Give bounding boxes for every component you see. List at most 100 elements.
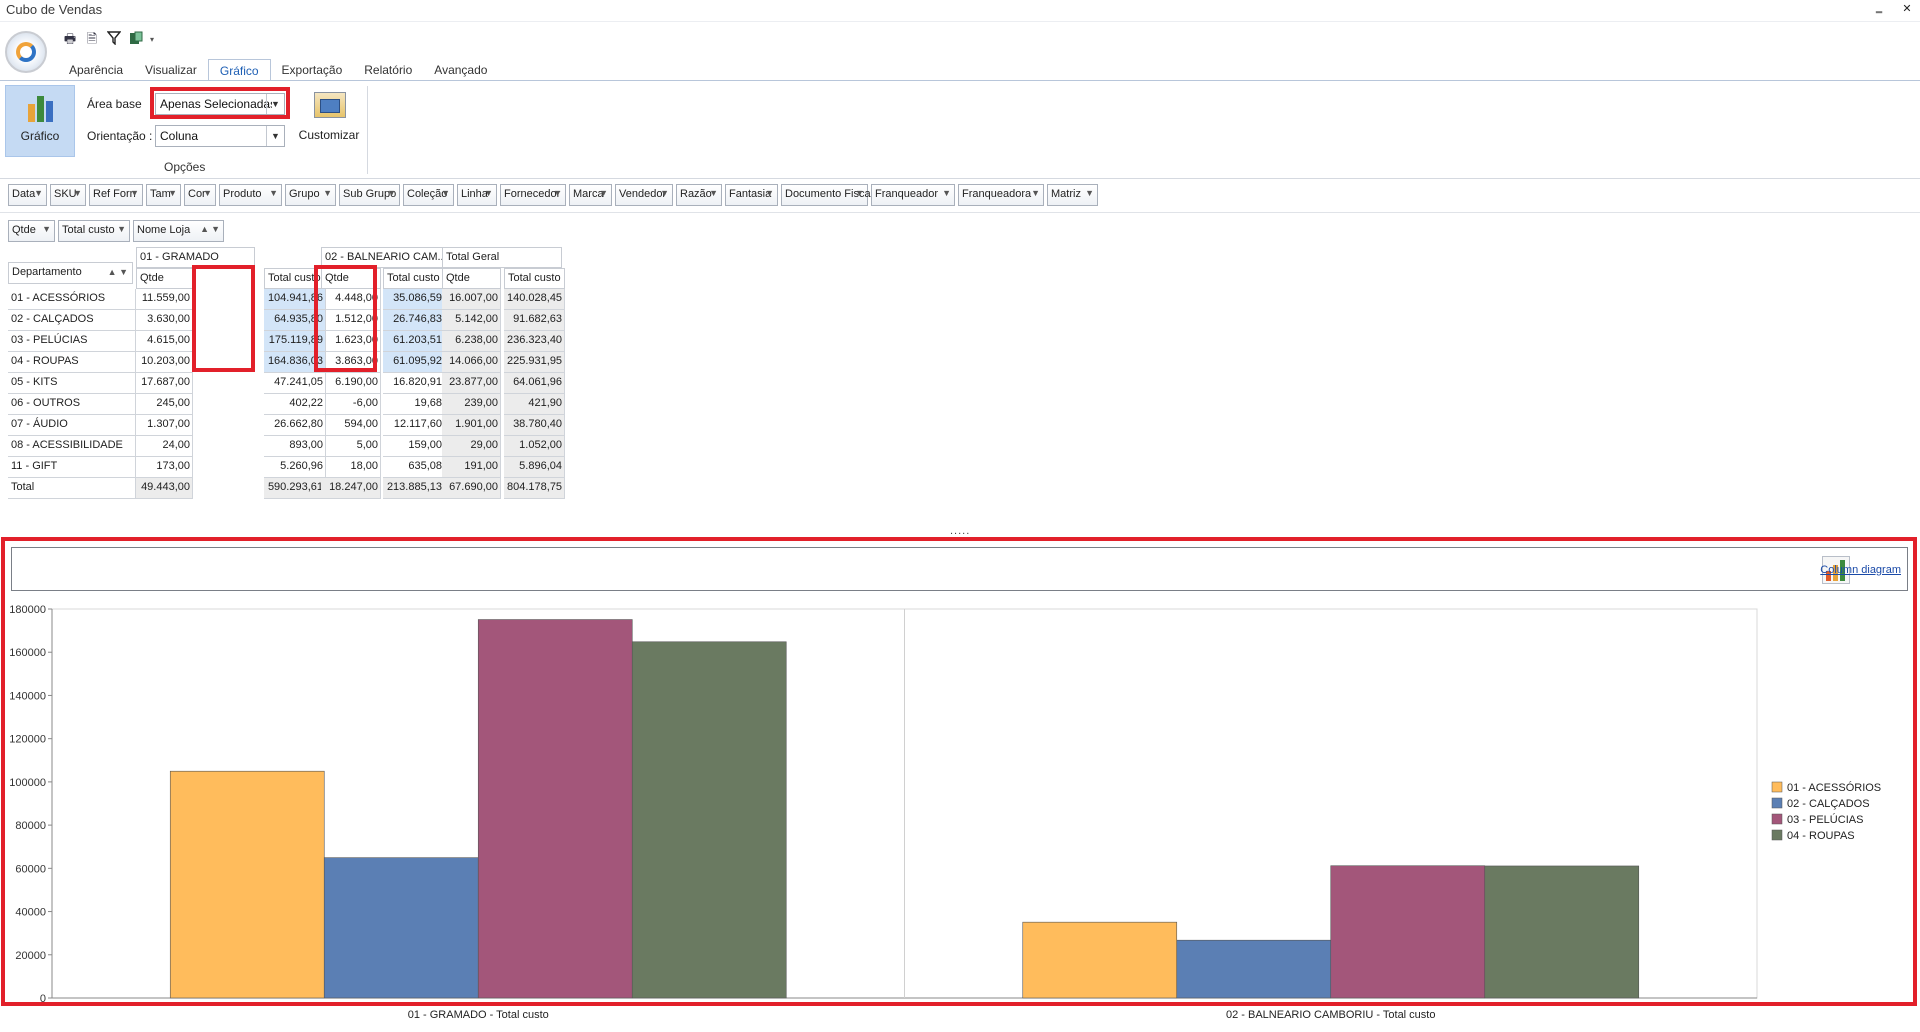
- table-cell[interactable]: 6.238,00: [442, 331, 501, 352]
- filter-icon[interactable]: ▼: [553, 188, 562, 198]
- filter-icon[interactable]: ▼: [73, 188, 82, 198]
- field-button[interactable]: Franqueador ▼: [871, 184, 955, 206]
- table-cell[interactable]: 26.662,80: [264, 415, 326, 436]
- table-cell[interactable]: 3.630,00: [136, 310, 193, 331]
- table-cell[interactable]: 5.260,96: [264, 457, 326, 478]
- filter-icon[interactable]: ▼: [211, 224, 220, 234]
- row-header[interactable]: 06 - OUTROS: [8, 394, 136, 415]
- table-cell[interactable]: 26.746,83: [383, 310, 445, 331]
- row-header[interactable]: 11 - GIFT: [8, 457, 136, 478]
- table-cell[interactable]: 1.307,00: [136, 415, 193, 436]
- table-cell[interactable]: 5,00: [321, 436, 381, 457]
- table-cell[interactable]: 5.896,04: [504, 457, 565, 478]
- filter-icon[interactable]: ▼: [323, 188, 332, 198]
- orientation-select[interactable]: Coluna ▼: [155, 125, 285, 147]
- table-cell[interactable]: 47.241,05: [264, 373, 326, 394]
- export-icon[interactable]: [128, 31, 144, 47]
- data-field-qtde[interactable]: Qtde ▼: [8, 220, 55, 242]
- field-button[interactable]: Data ▼: [8, 184, 47, 206]
- table-cell[interactable]: 24,00: [136, 436, 193, 457]
- filter-icon[interactable]: ▼: [269, 188, 278, 198]
- filter-icon[interactable]: ▼: [42, 224, 51, 234]
- print-icon[interactable]: 🖶: [62, 31, 78, 47]
- row-header[interactable]: 02 - CALÇADOS: [8, 310, 136, 331]
- row-header[interactable]: 05 - KITS: [8, 373, 136, 394]
- table-cell[interactable]: 173,00: [136, 457, 193, 478]
- field-button[interactable]: Marca ▼: [569, 184, 612, 206]
- row-header[interactable]: 03 - PELÚCIAS: [8, 331, 136, 352]
- preview-icon[interactable]: 🗎: [84, 31, 100, 47]
- data-field-total-custo[interactable]: Total custo ▼: [58, 220, 130, 242]
- table-cell[interactable]: 17.687,00: [136, 373, 193, 394]
- filter-icon[interactable]: ▼: [387, 188, 396, 198]
- table-cell[interactable]: 239,00: [442, 394, 501, 415]
- filter-icon[interactable]: ▼: [203, 188, 212, 198]
- field-button[interactable]: Ref Forn ▼: [89, 184, 143, 206]
- chevron-down-icon[interactable]: ▼: [266, 126, 284, 146]
- table-cell[interactable]: 6.190,00: [321, 373, 381, 394]
- table-cell[interactable]: 35.086,59: [383, 289, 445, 310]
- field-button[interactable]: Matriz ▼: [1047, 184, 1098, 206]
- table-cell[interactable]: 61.203,51: [383, 331, 445, 352]
- customize-button[interactable]: Customizar: [297, 88, 361, 150]
- table-cell[interactable]: -6,00: [321, 394, 381, 415]
- table-cell[interactable]: 38.780,40: [504, 415, 565, 436]
- filter-icon[interactable]: ▼: [855, 188, 864, 198]
- tab-avancado[interactable]: Avançado: [423, 59, 498, 81]
- table-cell[interactable]: 10.203,00: [136, 352, 193, 373]
- table-cell[interactable]: 29,00: [442, 436, 501, 457]
- column-field-nome-loja[interactable]: Nome Loja ▲ ▼: [133, 220, 224, 242]
- table-cell[interactable]: 236.323,40: [504, 331, 565, 352]
- table-cell[interactable]: 594,00: [321, 415, 381, 436]
- table-cell[interactable]: 14.066,00: [442, 352, 501, 373]
- field-button[interactable]: Produto ▼: [219, 184, 282, 206]
- tab-aparencia[interactable]: Aparência: [58, 59, 134, 81]
- app-menu-button[interactable]: [5, 31, 47, 73]
- field-button[interactable]: Fantasia ▼: [725, 184, 778, 206]
- filter-icon[interactable]: ▼: [1031, 188, 1040, 198]
- table-cell[interactable]: 18,00: [321, 457, 381, 478]
- field-button[interactable]: Documento Fiscal ▼: [781, 184, 873, 206]
- row-header[interactable]: 07 - ÁUDIO: [8, 415, 136, 436]
- table-cell[interactable]: 225.931,95: [504, 352, 565, 373]
- filter-icon[interactable]: ▼: [168, 188, 177, 198]
- filter-icon[interactable]: ▼: [709, 188, 718, 198]
- table-cell[interactable]: 91.682,63: [504, 310, 565, 331]
- sort-filter-icon[interactable]: ▲ ▼: [108, 267, 128, 277]
- row-field-departamento[interactable]: Departamento ▲ ▼: [8, 262, 133, 284]
- table-cell[interactable]: 1.052,00: [504, 436, 565, 457]
- close-button[interactable]: ✕: [1898, 2, 1916, 18]
- filter-icon[interactable]: ▼: [1085, 188, 1094, 198]
- filter-icon[interactable]: ▼: [34, 188, 43, 198]
- table-cell[interactable]: 16.007,00: [442, 289, 501, 310]
- row-header[interactable]: 01 - ACESSÓRIOS: [8, 289, 136, 310]
- table-cell[interactable]: 11.559,00: [136, 289, 193, 310]
- splitter-handle[interactable]: .....: [950, 525, 970, 537]
- filter-icon[interactable]: ▼: [484, 188, 493, 198]
- table-cell[interactable]: 1.901,00: [442, 415, 501, 436]
- tab-relatorio[interactable]: Relatório: [353, 59, 423, 81]
- table-cell[interactable]: 140.028,45: [504, 289, 565, 310]
- table-cell[interactable]: 5.142,00: [442, 310, 501, 331]
- table-cell[interactable]: 4.615,00: [136, 331, 193, 352]
- field-button[interactable]: Coleção ▼: [403, 184, 454, 206]
- tab-visualizar[interactable]: Visualizar: [134, 59, 208, 81]
- table-cell[interactable]: 64.061,96: [504, 373, 565, 394]
- filter-icon[interactable]: [106, 31, 122, 47]
- table-cell[interactable]: 23.877,00: [442, 373, 501, 394]
- filter-icon[interactable]: ▼: [599, 188, 608, 198]
- field-button[interactable]: Razão ▼: [676, 184, 722, 206]
- field-button[interactable]: Fornecedor ▼: [500, 184, 566, 206]
- table-cell[interactable]: 191,00: [442, 457, 501, 478]
- table-cell[interactable]: 421,90: [504, 394, 565, 415]
- filter-icon[interactable]: ▼: [130, 188, 139, 198]
- sort-ascending-icon[interactable]: ▲: [200, 224, 209, 234]
- field-button[interactable]: Tam ▼: [146, 184, 181, 206]
- tab-grafico[interactable]: Gráfico: [207, 59, 271, 81]
- field-button[interactable]: Vendedor ▼: [615, 184, 673, 206]
- table-cell[interactable]: 893,00: [264, 436, 326, 457]
- table-cell[interactable]: 402,22: [264, 394, 326, 415]
- field-button[interactable]: Linha ▼: [457, 184, 497, 206]
- field-button[interactable]: Sub Grupo ▼: [339, 184, 400, 206]
- filter-icon[interactable]: ▼: [441, 188, 450, 198]
